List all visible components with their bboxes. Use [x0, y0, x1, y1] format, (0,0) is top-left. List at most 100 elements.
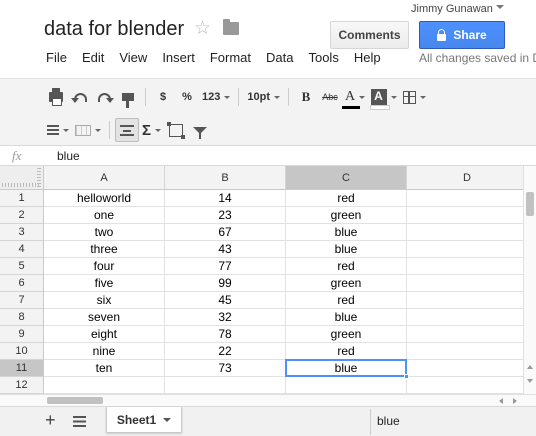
- cell-a4[interactable]: three: [44, 241, 165, 258]
- cell-b6[interactable]: 99: [165, 275, 286, 292]
- add-sheet-icon[interactable]: +: [45, 410, 56, 431]
- row-header-9[interactable]: 9: [0, 326, 44, 343]
- column-header-b[interactable]: B: [165, 166, 286, 190]
- cell-a2[interactable]: one: [44, 207, 165, 224]
- cell-a7[interactable]: six: [44, 292, 165, 309]
- wrap-text-button[interactable]: [115, 118, 139, 142]
- percent-format-button[interactable]: %: [175, 85, 199, 109]
- document-title[interactable]: data for blender: [44, 18, 184, 41]
- cell-c11[interactable]: blue: [286, 360, 407, 377]
- row-header-10[interactable]: 10: [0, 343, 44, 360]
- font-size-dropdown[interactable]: 10pt: [244, 85, 283, 109]
- cell-b12[interactable]: [165, 377, 286, 394]
- vertical-scroll-thumb[interactable]: [526, 192, 534, 216]
- cell-b9[interactable]: 78: [165, 326, 286, 343]
- undo-button[interactable]: [68, 85, 92, 109]
- column-header-c[interactable]: C: [286, 166, 407, 190]
- cell-d10[interactable]: [407, 343, 523, 360]
- cell-c6[interactable]: green: [286, 275, 407, 292]
- formula-bar[interactable]: fx blue: [0, 146, 536, 166]
- row-header-5[interactable]: 5: [0, 258, 44, 275]
- chevron-down-icon[interactable]: [496, 5, 504, 9]
- vertical-scrollbar[interactable]: [523, 166, 536, 394]
- column-header-d[interactable]: D: [407, 166, 523, 190]
- row-header-12[interactable]: 12: [0, 377, 44, 394]
- cell-a5[interactable]: four: [44, 258, 165, 275]
- cell-b5[interactable]: 77: [165, 258, 286, 275]
- scroll-down-icon[interactable]: [527, 379, 533, 383]
- horizontal-scroll-thumb[interactable]: [47, 397, 103, 404]
- save-status[interactable]: All changes saved in Drive: [419, 51, 536, 65]
- print-button[interactable]: [44, 85, 68, 109]
- align-dropdown[interactable]: [44, 118, 72, 142]
- row-header-3[interactable]: 3: [0, 224, 44, 241]
- user-name[interactable]: Jimmy Gunawan: [411, 3, 493, 15]
- menu-insert[interactable]: Insert: [156, 50, 201, 68]
- comments-button[interactable]: Comments: [330, 21, 409, 49]
- cell-d11[interactable]: [407, 360, 523, 377]
- cell-b4[interactable]: 43: [165, 241, 286, 258]
- cell-d8[interactable]: [407, 309, 523, 326]
- formula-input[interactable]: blue: [57, 149, 80, 163]
- cell-d3[interactable]: [407, 224, 523, 241]
- cell-d7[interactable]: [407, 292, 523, 309]
- select-all-corner[interactable]: [0, 166, 44, 190]
- row-header-7[interactable]: 7: [0, 292, 44, 309]
- column-header-a[interactable]: A: [44, 166, 165, 190]
- cell-d12[interactable]: [407, 377, 523, 394]
- menu-view[interactable]: View: [113, 50, 153, 68]
- cell-d6[interactable]: [407, 275, 523, 292]
- menu-help[interactable]: Help: [348, 50, 387, 68]
- cell-b1[interactable]: 14: [165, 190, 286, 207]
- merge-cells-dropdown[interactable]: [72, 118, 104, 142]
- cell-c2[interactable]: green: [286, 207, 407, 224]
- cell-c4[interactable]: blue: [286, 241, 407, 258]
- cell-d1[interactable]: [407, 190, 523, 207]
- redo-button[interactable]: [92, 85, 116, 109]
- chevron-down-icon[interactable]: [163, 417, 172, 422]
- cell-c3[interactable]: blue: [286, 224, 407, 241]
- cell-d5[interactable]: [407, 258, 523, 275]
- share-button[interactable]: Share: [419, 21, 505, 49]
- cell-c5[interactable]: red: [286, 258, 407, 275]
- cell-a1[interactable]: helloworld: [44, 190, 165, 207]
- currency-format-button[interactable]: $: [151, 85, 175, 109]
- functions-dropdown[interactable]: Σ: [139, 118, 164, 142]
- insert-chart-button[interactable]: [164, 118, 188, 142]
- sheet-tab-sheet1[interactable]: Sheet1: [106, 407, 182, 433]
- spreadsheet-grid[interactable]: A B C D 1 helloworld 14 red 2 one 23 green 3 two 67 blu…: [0, 166, 523, 394]
- cell-c10[interactable]: red: [286, 343, 407, 360]
- cell-a8[interactable]: seven: [44, 309, 165, 326]
- cell-b7[interactable]: 45: [165, 292, 286, 309]
- cell-c7[interactable]: red: [286, 292, 407, 309]
- menu-file[interactable]: File: [40, 50, 73, 68]
- row-header-11[interactable]: 11: [0, 360, 44, 377]
- row-header-1[interactable]: 1: [0, 190, 44, 207]
- cell-a10[interactable]: nine: [44, 343, 165, 360]
- row-header-4[interactable]: 4: [0, 241, 44, 258]
- text-color-dropdown[interactable]: A: [341, 85, 368, 109]
- cell-c12[interactable]: [286, 377, 407, 394]
- number-format-dropdown[interactable]: 123: [199, 85, 233, 109]
- cell-d9[interactable]: [407, 326, 523, 343]
- menu-tools[interactable]: Tools: [302, 50, 344, 68]
- menu-format[interactable]: Format: [204, 50, 257, 68]
- cell-b8[interactable]: 32: [165, 309, 286, 326]
- cell-a6[interactable]: five: [44, 275, 165, 292]
- cell-b11[interactable]: 73: [165, 360, 286, 377]
- row-header-2[interactable]: 2: [0, 207, 44, 224]
- cell-b2[interactable]: 23: [165, 207, 286, 224]
- cell-b10[interactable]: 22: [165, 343, 286, 360]
- cell-c1[interactable]: red: [286, 190, 407, 207]
- sheet-list-icon[interactable]: [73, 416, 86, 427]
- strikethrough-button[interactable]: Abc: [318, 85, 342, 109]
- cell-a3[interactable]: two: [44, 224, 165, 241]
- scroll-left-icon[interactable]: [499, 398, 503, 404]
- horizontal-scrollbar[interactable]: [0, 394, 536, 406]
- filter-button[interactable]: [188, 118, 212, 142]
- cell-d2[interactable]: [407, 207, 523, 224]
- bold-button[interactable]: B: [294, 85, 318, 109]
- row-header-8[interactable]: 8: [0, 309, 44, 326]
- cell-a12[interactable]: [44, 377, 165, 394]
- star-icon[interactable]: ☆: [194, 17, 211, 40]
